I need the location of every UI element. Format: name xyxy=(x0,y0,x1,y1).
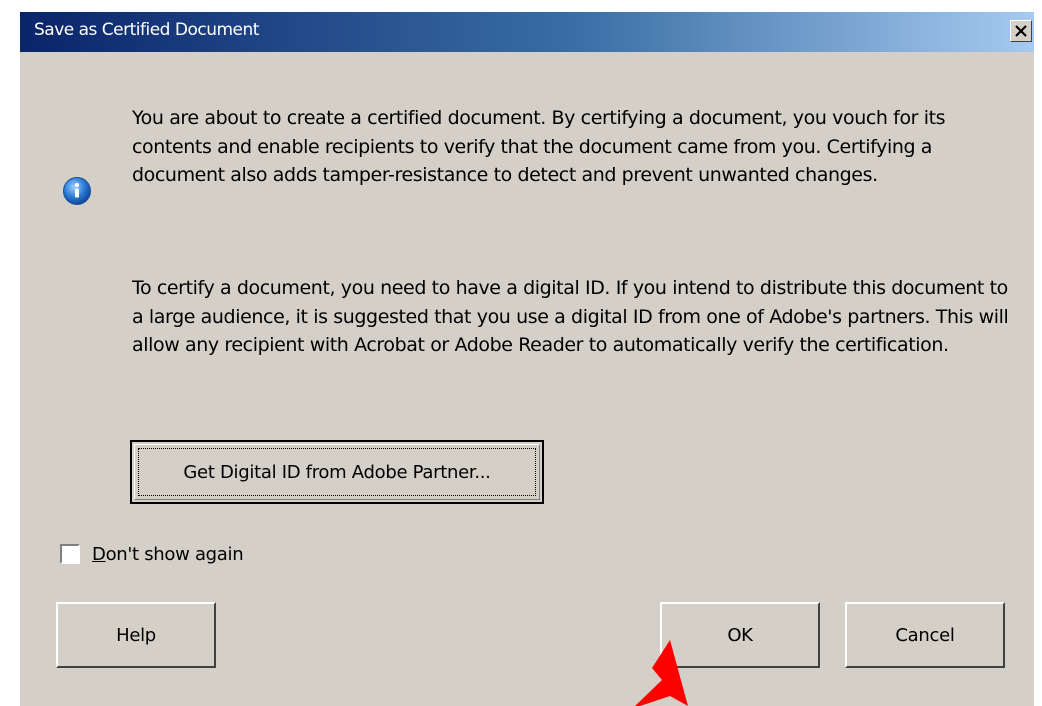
cancel-label: Cancel xyxy=(895,624,955,646)
dont-show-again-checkbox[interactable] xyxy=(60,544,80,564)
dont-show-again-label[interactable]: Don't show again xyxy=(92,544,244,565)
cancel-button[interactable]: Cancel xyxy=(845,602,1005,668)
title-bar[interactable]: Save as Certified Document xyxy=(20,12,1034,52)
help-button[interactable]: Help xyxy=(56,602,216,668)
close-button[interactable] xyxy=(1010,20,1032,42)
dont-show-again-row[interactable]: Don't show again xyxy=(60,542,244,566)
get-digital-id-button[interactable]: Get Digital ID from Adobe Partner... xyxy=(130,440,544,504)
get-digital-id-label: Get Digital ID from Adobe Partner... xyxy=(183,461,491,483)
save-as-certified-dialog: Save as Certified Document You are about… xyxy=(20,12,1034,706)
red-arrow-icon xyxy=(635,640,688,706)
window-title: Save as Certified Document xyxy=(34,20,259,40)
close-icon xyxy=(1015,25,1027,37)
certify-description: You are about to create a certified docu… xyxy=(132,107,946,186)
digital-id-description: To certify a document, you need to have … xyxy=(132,277,1009,356)
help-label: Help xyxy=(116,624,156,646)
info-icon xyxy=(63,177,91,205)
ok-label: OK xyxy=(727,624,753,646)
